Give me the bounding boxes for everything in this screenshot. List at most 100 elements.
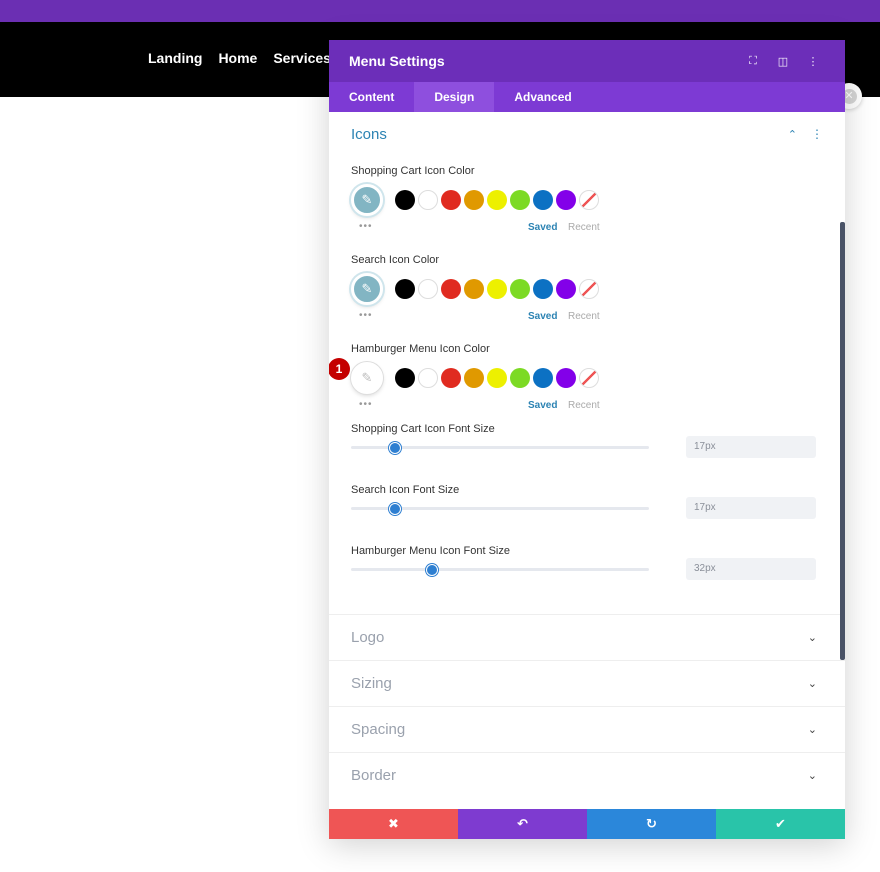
chevron-down-icon[interactable]: ⌄: [808, 631, 817, 644]
color-swatches: [395, 190, 599, 210]
panel-title: Menu Settings: [349, 53, 445, 69]
chevron-down-icon[interactable]: ⌄: [808, 723, 817, 736]
saved-colors-link[interactable]: Saved: [528, 400, 557, 411]
nav-item-services[interactable]: Services: [273, 50, 331, 66]
section-logo[interactable]: Logo ⌄: [329, 614, 845, 660]
tab-advanced[interactable]: Advanced: [494, 82, 591, 112]
color-field: Shopping Cart Icon Color ✎ ••• Saved Rec…: [329, 156, 845, 245]
value-input[interactable]: 17px: [686, 497, 816, 519]
more-horizontal-icon[interactable]: •••: [359, 221, 373, 232]
redo-icon: ↻: [646, 816, 657, 831]
color-swatch[interactable]: [441, 190, 461, 210]
eyedropper-icon: ✎: [361, 370, 373, 385]
section-title: Spacing: [351, 721, 406, 738]
color-swatch[interactable]: [418, 279, 438, 299]
tab-content[interactable]: Content: [329, 82, 414, 112]
slider-track[interactable]: [351, 564, 649, 576]
section-title: Sizing: [351, 675, 392, 692]
chevron-down-icon[interactable]: ⌄: [808, 677, 817, 690]
eyedropper-icon: ✎: [361, 281, 373, 296]
split-view-icon[interactable]: ◫: [771, 55, 795, 68]
more-horizontal-icon[interactable]: •••: [359, 310, 373, 321]
discard-button[interactable]: ✖: [329, 809, 458, 839]
color-swatch[interactable]: [418, 190, 438, 210]
slider-track[interactable]: [351, 503, 649, 515]
panel-tabs: Content Design Advanced: [329, 82, 845, 112]
recent-colors-link[interactable]: Recent: [568, 400, 600, 411]
color-swatch[interactable]: [464, 279, 484, 299]
eyedropper-icon: ✎: [361, 192, 373, 207]
color-swatch[interactable]: [533, 368, 553, 388]
no-color-swatch[interactable]: [579, 279, 599, 299]
slider-handle[interactable]: [389, 503, 402, 515]
nav-item-landing[interactable]: Landing: [148, 50, 202, 66]
color-swatch[interactable]: [464, 368, 484, 388]
color-swatch[interactable]: [510, 279, 530, 299]
settings-panel: Menu Settings ⛶ ◫ ⋮ Content Design Advan…: [329, 40, 845, 839]
section-sizing[interactable]: Sizing ⌄: [329, 660, 845, 706]
focus-icon[interactable]: ⛶: [741, 55, 765, 68]
slider-handle[interactable]: [389, 442, 402, 454]
color-picker-button[interactable]: ✎: [351, 273, 383, 305]
field-label: Hamburger Menu Icon Font Size: [351, 545, 510, 557]
value-input[interactable]: 17px: [686, 436, 816, 458]
redo-button[interactable]: ↻: [587, 809, 716, 839]
icons-section-header[interactable]: Icons ⌃ ⋮: [329, 112, 845, 156]
color-picker-button[interactable]: ✎: [351, 362, 383, 394]
color-swatch[interactable]: [510, 190, 530, 210]
section-border[interactable]: Border ⌄: [329, 752, 845, 798]
no-color-swatch[interactable]: [579, 368, 599, 388]
value-input[interactable]: 32px: [686, 558, 816, 580]
slider-handle[interactable]: [426, 564, 439, 576]
color-swatch[interactable]: [395, 190, 415, 210]
recent-colors-link[interactable]: Recent: [568, 311, 600, 322]
color-swatch[interactable]: [395, 279, 415, 299]
undo-button[interactable]: ↶: [458, 809, 587, 839]
chevron-up-icon[interactable]: ⌃: [788, 128, 797, 141]
color-picker-button[interactable]: ✎: [351, 184, 383, 216]
color-swatch[interactable]: [418, 368, 438, 388]
color-swatch[interactable]: [464, 190, 484, 210]
slider-track[interactable]: [351, 442, 649, 454]
recent-colors-link[interactable]: Recent: [568, 222, 600, 233]
saved-colors-link[interactable]: Saved: [528, 222, 557, 233]
panel-body: Icons ⌃ ⋮ Shopping Cart Icon Color ✎ •••…: [329, 112, 845, 809]
font-size-slider-field: Shopping Cart Icon Font Size 17px: [329, 423, 845, 484]
color-swatch[interactable]: [487, 368, 507, 388]
color-swatch[interactable]: [510, 368, 530, 388]
color-swatch[interactable]: [556, 279, 576, 299]
discard-icon: ✖: [388, 816, 399, 831]
tab-design[interactable]: Design: [414, 82, 495, 112]
saved-colors-link[interactable]: Saved: [528, 311, 557, 322]
panel-footer: ✖ ↶ ↻ ✔: [329, 809, 845, 839]
color-swatch[interactable]: [556, 368, 576, 388]
no-color-swatch[interactable]: [579, 190, 599, 210]
color-swatch[interactable]: [533, 279, 553, 299]
field-label: Shopping Cart Icon Color: [351, 165, 475, 177]
chevron-down-icon[interactable]: ⌄: [808, 769, 817, 782]
font-size-slider-field: Search Icon Font Size 17px: [329, 484, 845, 545]
more-vertical-icon[interactable]: ⋮: [801, 55, 825, 68]
color-field: Search Icon Color ✎ ••• Saved Recent: [329, 245, 845, 334]
color-swatch[interactable]: [487, 279, 507, 299]
color-swatch[interactable]: [556, 190, 576, 210]
color-swatch[interactable]: [441, 368, 461, 388]
more-horizontal-icon[interactable]: •••: [359, 399, 373, 410]
color-swatch[interactable]: [533, 190, 553, 210]
field-label: Search Icon Font Size: [351, 484, 460, 496]
more-vertical-icon[interactable]: ⋮: [811, 127, 823, 141]
nav-item-home[interactable]: Home: [218, 50, 257, 66]
color-field: Hamburger Menu Icon Color 1 ✎ ••• Saved …: [329, 334, 845, 423]
color-swatch[interactable]: [487, 190, 507, 210]
font-size-slider-field: Hamburger Menu Icon Font Size 32px: [329, 545, 845, 606]
color-swatches: [395, 368, 599, 388]
color-swatch[interactable]: [395, 368, 415, 388]
undo-icon: ↶: [517, 816, 528, 831]
site-nav: Landing Home Services: [148, 50, 331, 66]
admin-top-bar: [0, 0, 880, 22]
save-button[interactable]: ✔: [716, 809, 845, 839]
section-spacing[interactable]: Spacing ⌄: [329, 706, 845, 752]
color-swatch[interactable]: [441, 279, 461, 299]
step-badge: 1: [329, 358, 350, 380]
color-swatches: [395, 279, 599, 299]
